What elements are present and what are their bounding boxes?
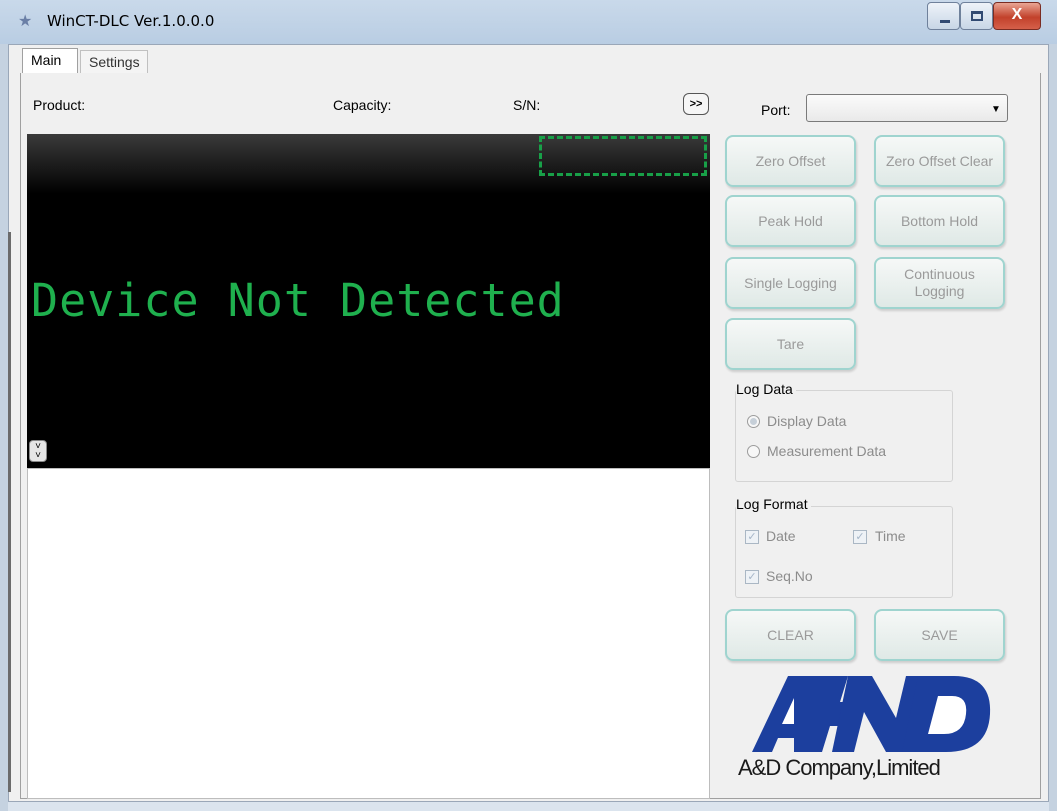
continuous-logging-button[interactable]: Continuous Logging (874, 257, 1005, 309)
single-logging-button[interactable]: Single Logging (725, 257, 856, 309)
minimize-button[interactable] (927, 2, 960, 30)
weight-display: Device Not Detected ˅ ˅ (27, 134, 710, 468)
expand-info-button[interactable]: >> (683, 93, 709, 115)
tare-button[interactable]: Tare (725, 318, 856, 370)
bottom-hold-button[interactable]: Bottom Hold (874, 195, 1005, 247)
left-edge-bar (8, 232, 11, 792)
time-checkbox[interactable]: ✓ (853, 530, 867, 544)
save-button[interactable]: SAVE (874, 609, 1005, 661)
tab-main[interactable]: Main (22, 48, 78, 73)
log-format-group (735, 506, 953, 598)
window-title: WinCT-DLC Ver.1.0.0.0 (47, 12, 215, 30)
and-logo (752, 676, 991, 752)
capacity-label: Capacity: (333, 97, 392, 113)
minimize-icon (940, 20, 950, 23)
product-label: Product: (33, 97, 86, 113)
log-data-group (735, 390, 953, 482)
log-format-title: Log Format (736, 496, 811, 512)
maximize-button[interactable] (960, 2, 993, 30)
display-data-radio[interactable] (747, 415, 760, 428)
display-data-label[interactable]: Display Data (767, 413, 846, 429)
device-status-message: Device Not Detected (31, 274, 565, 327)
date-checkbox[interactable]: ✓ (745, 530, 759, 544)
unit-indicator-box (539, 136, 707, 176)
dropdown-arrow-icon: ▼ (991, 104, 1001, 115)
log-data-title: Log Data (736, 381, 796, 397)
measurement-data-radio[interactable] (747, 445, 760, 458)
maximize-icon (971, 11, 983, 21)
checkmark-icon: ✓ (747, 571, 757, 583)
zero-offset-clear-button[interactable]: Zero Offset Clear (874, 135, 1005, 187)
date-checkbox-label[interactable]: Date (766, 528, 796, 544)
time-checkbox-label[interactable]: Time (875, 528, 906, 544)
port-label: Port: (761, 102, 791, 118)
app-icon: ★ (18, 13, 33, 30)
double-chevron-down-icon: ˅ ˅ (35, 441, 41, 461)
serial-number-label: S/N: (513, 97, 541, 113)
title-bar[interactable]: ★ WinCT-DLC Ver.1.0.0.0 X (0, 0, 1057, 44)
close-button[interactable]: X (993, 2, 1041, 30)
tab-settings[interactable]: Settings (80, 50, 148, 73)
window-border-left (0, 44, 8, 811)
seq-no-checkbox[interactable]: ✓ (745, 570, 759, 584)
port-dropdown[interactable]: ▼ (806, 94, 1008, 122)
seq-no-checkbox-label[interactable]: Seq.No (766, 568, 813, 584)
peak-hold-button[interactable]: Peak Hold (725, 195, 856, 247)
measurement-data-label[interactable]: Measurement Data (767, 443, 886, 459)
log-output-area[interactable] (27, 468, 710, 799)
checkmark-icon: ✓ (747, 531, 757, 543)
company-name: A&D Company,Limited (738, 755, 941, 780)
close-icon: X (1011, 6, 1023, 23)
zero-offset-button[interactable]: Zero Offset (725, 135, 856, 187)
checkmark-icon: ✓ (855, 531, 865, 543)
collapse-display-button[interactable]: ˅ ˅ (29, 440, 47, 462)
clear-button[interactable]: CLEAR (725, 609, 856, 661)
window-border-right (1049, 44, 1057, 811)
